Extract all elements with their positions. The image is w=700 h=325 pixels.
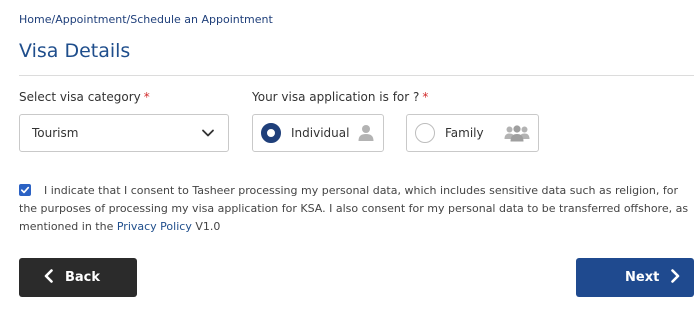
visa-category-select[interactable]: Tourism <box>19 114 229 152</box>
required-mark: * <box>143 90 150 104</box>
individual-radio[interactable] <box>261 123 281 143</box>
group-icon <box>504 124 530 142</box>
option-family[interactable]: Family <box>406 114 539 152</box>
divider <box>19 75 694 76</box>
visa-category-value: Tourism <box>32 126 79 140</box>
policy-version: V1.0 <box>191 220 221 233</box>
individual-label: Individual <box>291 126 350 140</box>
consent-text: I indicate that I consent to Tasheer pro… <box>19 182 691 236</box>
family-radio[interactable] <box>415 123 435 143</box>
application-for-label-text: Your visa application is for ? <box>252 90 420 104</box>
visa-category-label: Select visa category * <box>19 90 150 104</box>
family-label: Family <box>445 126 484 140</box>
required-mark: * <box>422 90 429 104</box>
back-button-label: Back <box>65 270 101 285</box>
back-button[interactable]: Back <box>19 258 137 297</box>
breadcrumb[interactable]: Home/Appointment/Schedule an Appointment <box>19 13 273 26</box>
application-for-label: Your visa application is for ? * <box>252 90 428 104</box>
next-button-label: Next <box>625 270 660 285</box>
visa-category-label-text: Select visa category <box>19 90 141 104</box>
page-title: Visa Details <box>19 40 131 62</box>
privacy-policy-link[interactable]: Privacy Policy <box>117 220 192 233</box>
chevron-down-icon <box>200 125 216 141</box>
consent-block: I indicate that I consent to Tasheer pro… <box>19 182 691 236</box>
person-icon <box>357 124 375 142</box>
chevron-right-icon <box>669 268 681 287</box>
next-button[interactable]: Next <box>576 258 694 297</box>
consent-checkbox[interactable] <box>19 184 31 196</box>
chevron-left-icon <box>43 268 55 287</box>
option-individual[interactable]: Individual <box>252 114 384 152</box>
